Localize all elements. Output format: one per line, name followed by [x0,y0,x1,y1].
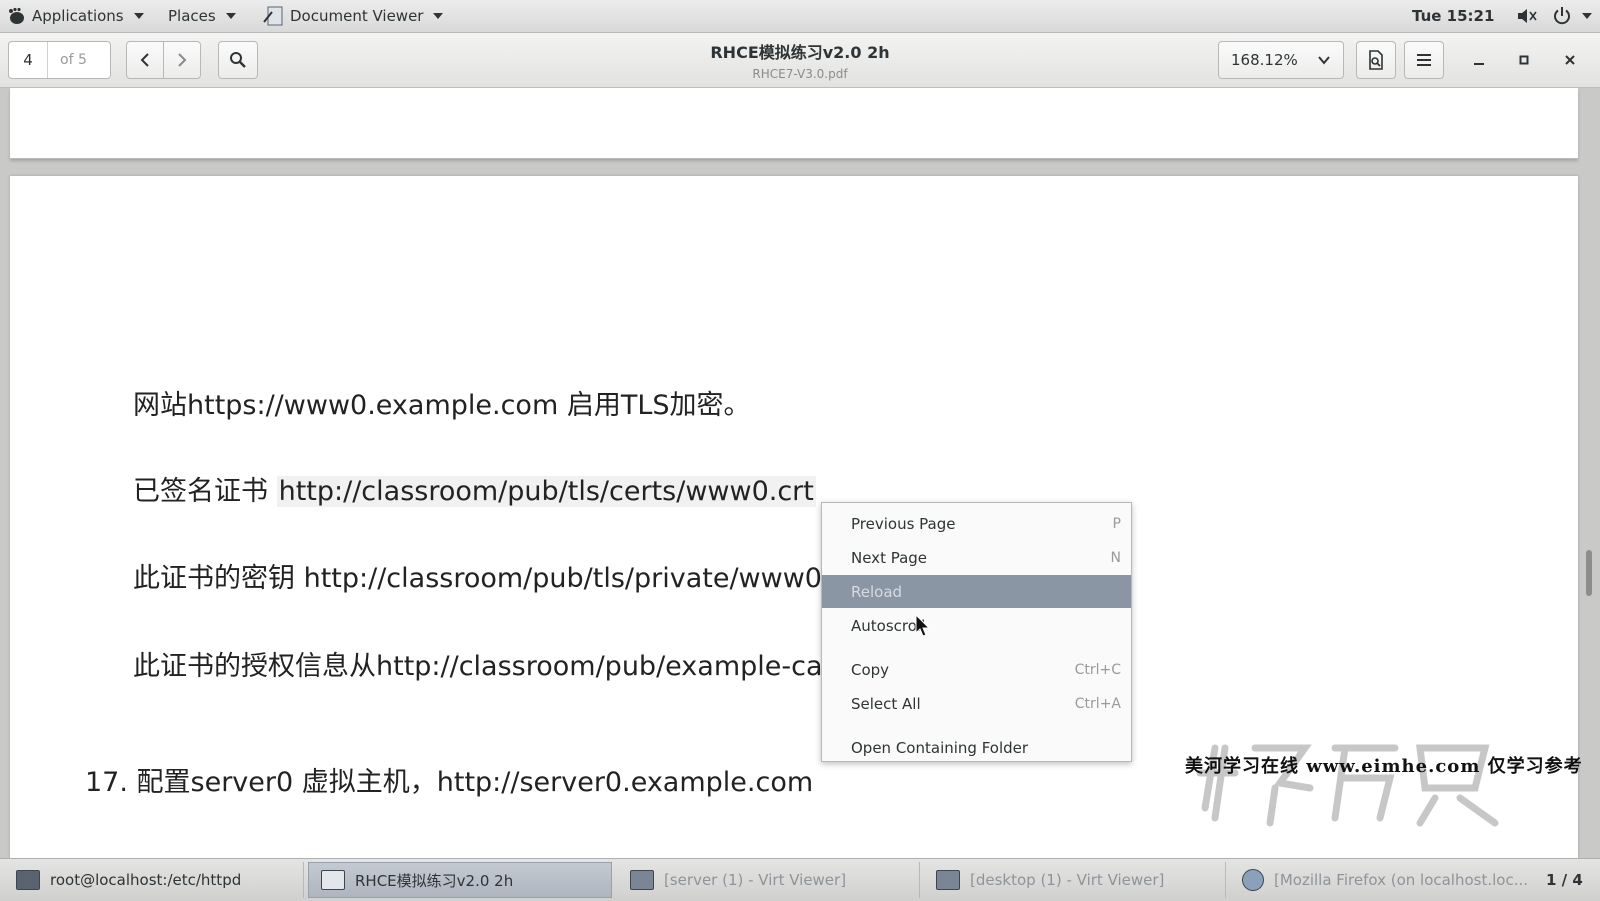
chevron-down-icon [1318,56,1330,65]
task-desktop-viewer[interactable]: [desktop (1) - Virt Viewer] [924,862,1226,898]
page-total-label: of 5 [60,52,87,68]
document-viewer-icon [263,6,283,26]
menu-accel: N [1110,549,1121,566]
places-menu[interactable]: Places [168,0,236,32]
clock-label: Tue 15:21 [1412,7,1495,25]
previous-page-button[interactable] [126,41,164,79]
workspace-label: 1 / 4 [1546,871,1583,889]
window-title: RHCE模拟练习v2.0 2h RHCE7-V3.0.pdf [600,39,1000,81]
doc-line-cert: 已签名证书 http://classroom/pub/tls/certs/www… [133,469,816,508]
cert-label: 已签名证书 [133,476,268,507]
search-icon [230,52,246,68]
page-number-entry[interactable]: 4 of 5 [8,41,111,79]
zoom-selector[interactable]: 168.12% [1218,41,1344,79]
next-page-button[interactable] [163,41,201,79]
menu-label: Copy [851,660,890,679]
task-label: RHCE模拟练习v2.0 2h [355,871,514,890]
maximize-button[interactable] [1511,47,1537,73]
task-server-viewer[interactable]: [server (1) - Virt Viewer] [618,862,920,898]
chevron-down-icon [225,13,236,19]
top-panel: Applications Places Document Viewer Tue … [0,0,1600,33]
current-page-field[interactable]: 4 [9,42,48,78]
chevron-right-icon [178,53,187,67]
annotations-button[interactable] [1356,41,1396,79]
chevron-left-icon [140,53,149,67]
search-button[interactable] [218,41,258,79]
active-app-menu[interactable]: Document Viewer [262,0,444,32]
virt-viewer-icon [936,870,960,890]
menu-accel: Ctrl+A [1074,695,1121,712]
header-bar: 4 of 5 RHCE模拟练习v2.0 2h RHCE7-V3.0.pdf 16… [0,33,1600,88]
terminal-icon [16,870,40,890]
scrollbar[interactable] [1586,550,1592,596]
menu-item-previous-page[interactable]: Previous Page P [822,507,1131,540]
menu-item-copy[interactable]: Copy Ctrl+C [822,653,1131,686]
task-label: [Mozilla Firefox (on localhost.loc... [1274,871,1529,889]
volume-icon[interactable] [1516,0,1538,32]
close-button[interactable] [1557,47,1583,73]
document-title: RHCE模拟练习v2.0 2h [710,43,890,62]
menu-item-next-page[interactable]: Next Page N [822,541,1131,574]
document-view[interactable]: 网站https://www0.example.com 启用TLS加密。 已签名证… [0,88,1600,858]
hamburger-icon [1417,54,1431,66]
document-viewer-icon [321,870,345,890]
menu-accel: P [1112,515,1121,532]
virt-viewer-icon [630,870,654,890]
maximize-icon [1519,55,1529,65]
menu-label: Select All [851,694,921,713]
zoom-value: 168.12% [1231,51,1298,69]
close-icon [1565,55,1575,65]
cert-link[interactable]: http://classroom/pub/tls/certs/www0.crt [276,476,816,507]
mouse-pointer-icon [915,614,931,637]
places-label: Places [168,7,216,25]
taskbar: root@localhost:/etc/httpd RHCE模拟练习v2.0 2… [0,858,1600,901]
power-icon [1554,7,1570,25]
menu-accel: Ctrl+C [1074,661,1121,678]
minimize-icon [1474,63,1484,65]
document-search-icon [1369,50,1383,70]
task-terminal[interactable]: root@localhost:/etc/httpd [4,862,304,898]
doc-line-tls: 网站https://www0.example.com 启用TLS加密。 [133,390,751,421]
chevron-down-icon [1582,13,1592,19]
doc-line-ca: 此证书的授权信息从http://classroom/pub/example-ca [133,651,823,682]
page-3-bottom [10,88,1578,159]
menu-label: Open Containing Folder [851,738,1029,757]
menu-label: Previous Page [851,514,956,533]
task-firefox[interactable]: [Mozilla Firefox (on localhost.loc... [1230,862,1530,898]
context-menu: Previous Page P Next Page N Reload Autos… [821,502,1132,762]
gnome-foot-icon [9,7,24,24]
applications-label: Applications [32,7,124,25]
menu-label: Reload [851,582,903,601]
menu-item-reload[interactable]: Reload [822,575,1131,608]
task-document-viewer[interactable]: RHCE模拟练习v2.0 2h [308,862,612,898]
menu-item-select-all[interactable]: Select All Ctrl+A [822,687,1131,720]
doc-line-key: 此证书的密钥 http://classroom/pub/tls/private/… [133,563,822,594]
clock[interactable]: Tue 15:21 [1412,0,1494,32]
document-filename: RHCE7-V3.0.pdf [752,67,848,81]
chevron-down-icon [433,13,444,19]
menu-item-autoscroll[interactable]: Autoscroll [822,609,1131,642]
task-label: [server (1) - Virt Viewer] [664,871,847,889]
minimize-button[interactable] [1466,47,1492,73]
menu-item-open-folder[interactable]: Open Containing Folder [822,731,1131,764]
active-app-label: Document Viewer [290,7,424,25]
task-label: [desktop (1) - Virt Viewer] [970,871,1165,889]
watermark-logo-icon [1196,744,1499,827]
watermark-text: 美河学习在线 www.eimhe.com 仅学习参考 [1185,756,1583,777]
power-menu[interactable] [1552,0,1592,32]
menu-label: Next Page [851,548,928,567]
doc-line-vhost: 17. 配置server0 虚拟主机，http://server0.exampl… [85,767,814,798]
applications-menu[interactable]: Applications [6,0,144,32]
chevron-down-icon [133,13,144,19]
task-label: root@localhost:/etc/httpd [50,871,242,889]
workspace-switcher[interactable]: 1 / 4 [1546,859,1583,901]
firefox-icon [1242,869,1264,891]
menu-button[interactable] [1404,41,1444,79]
